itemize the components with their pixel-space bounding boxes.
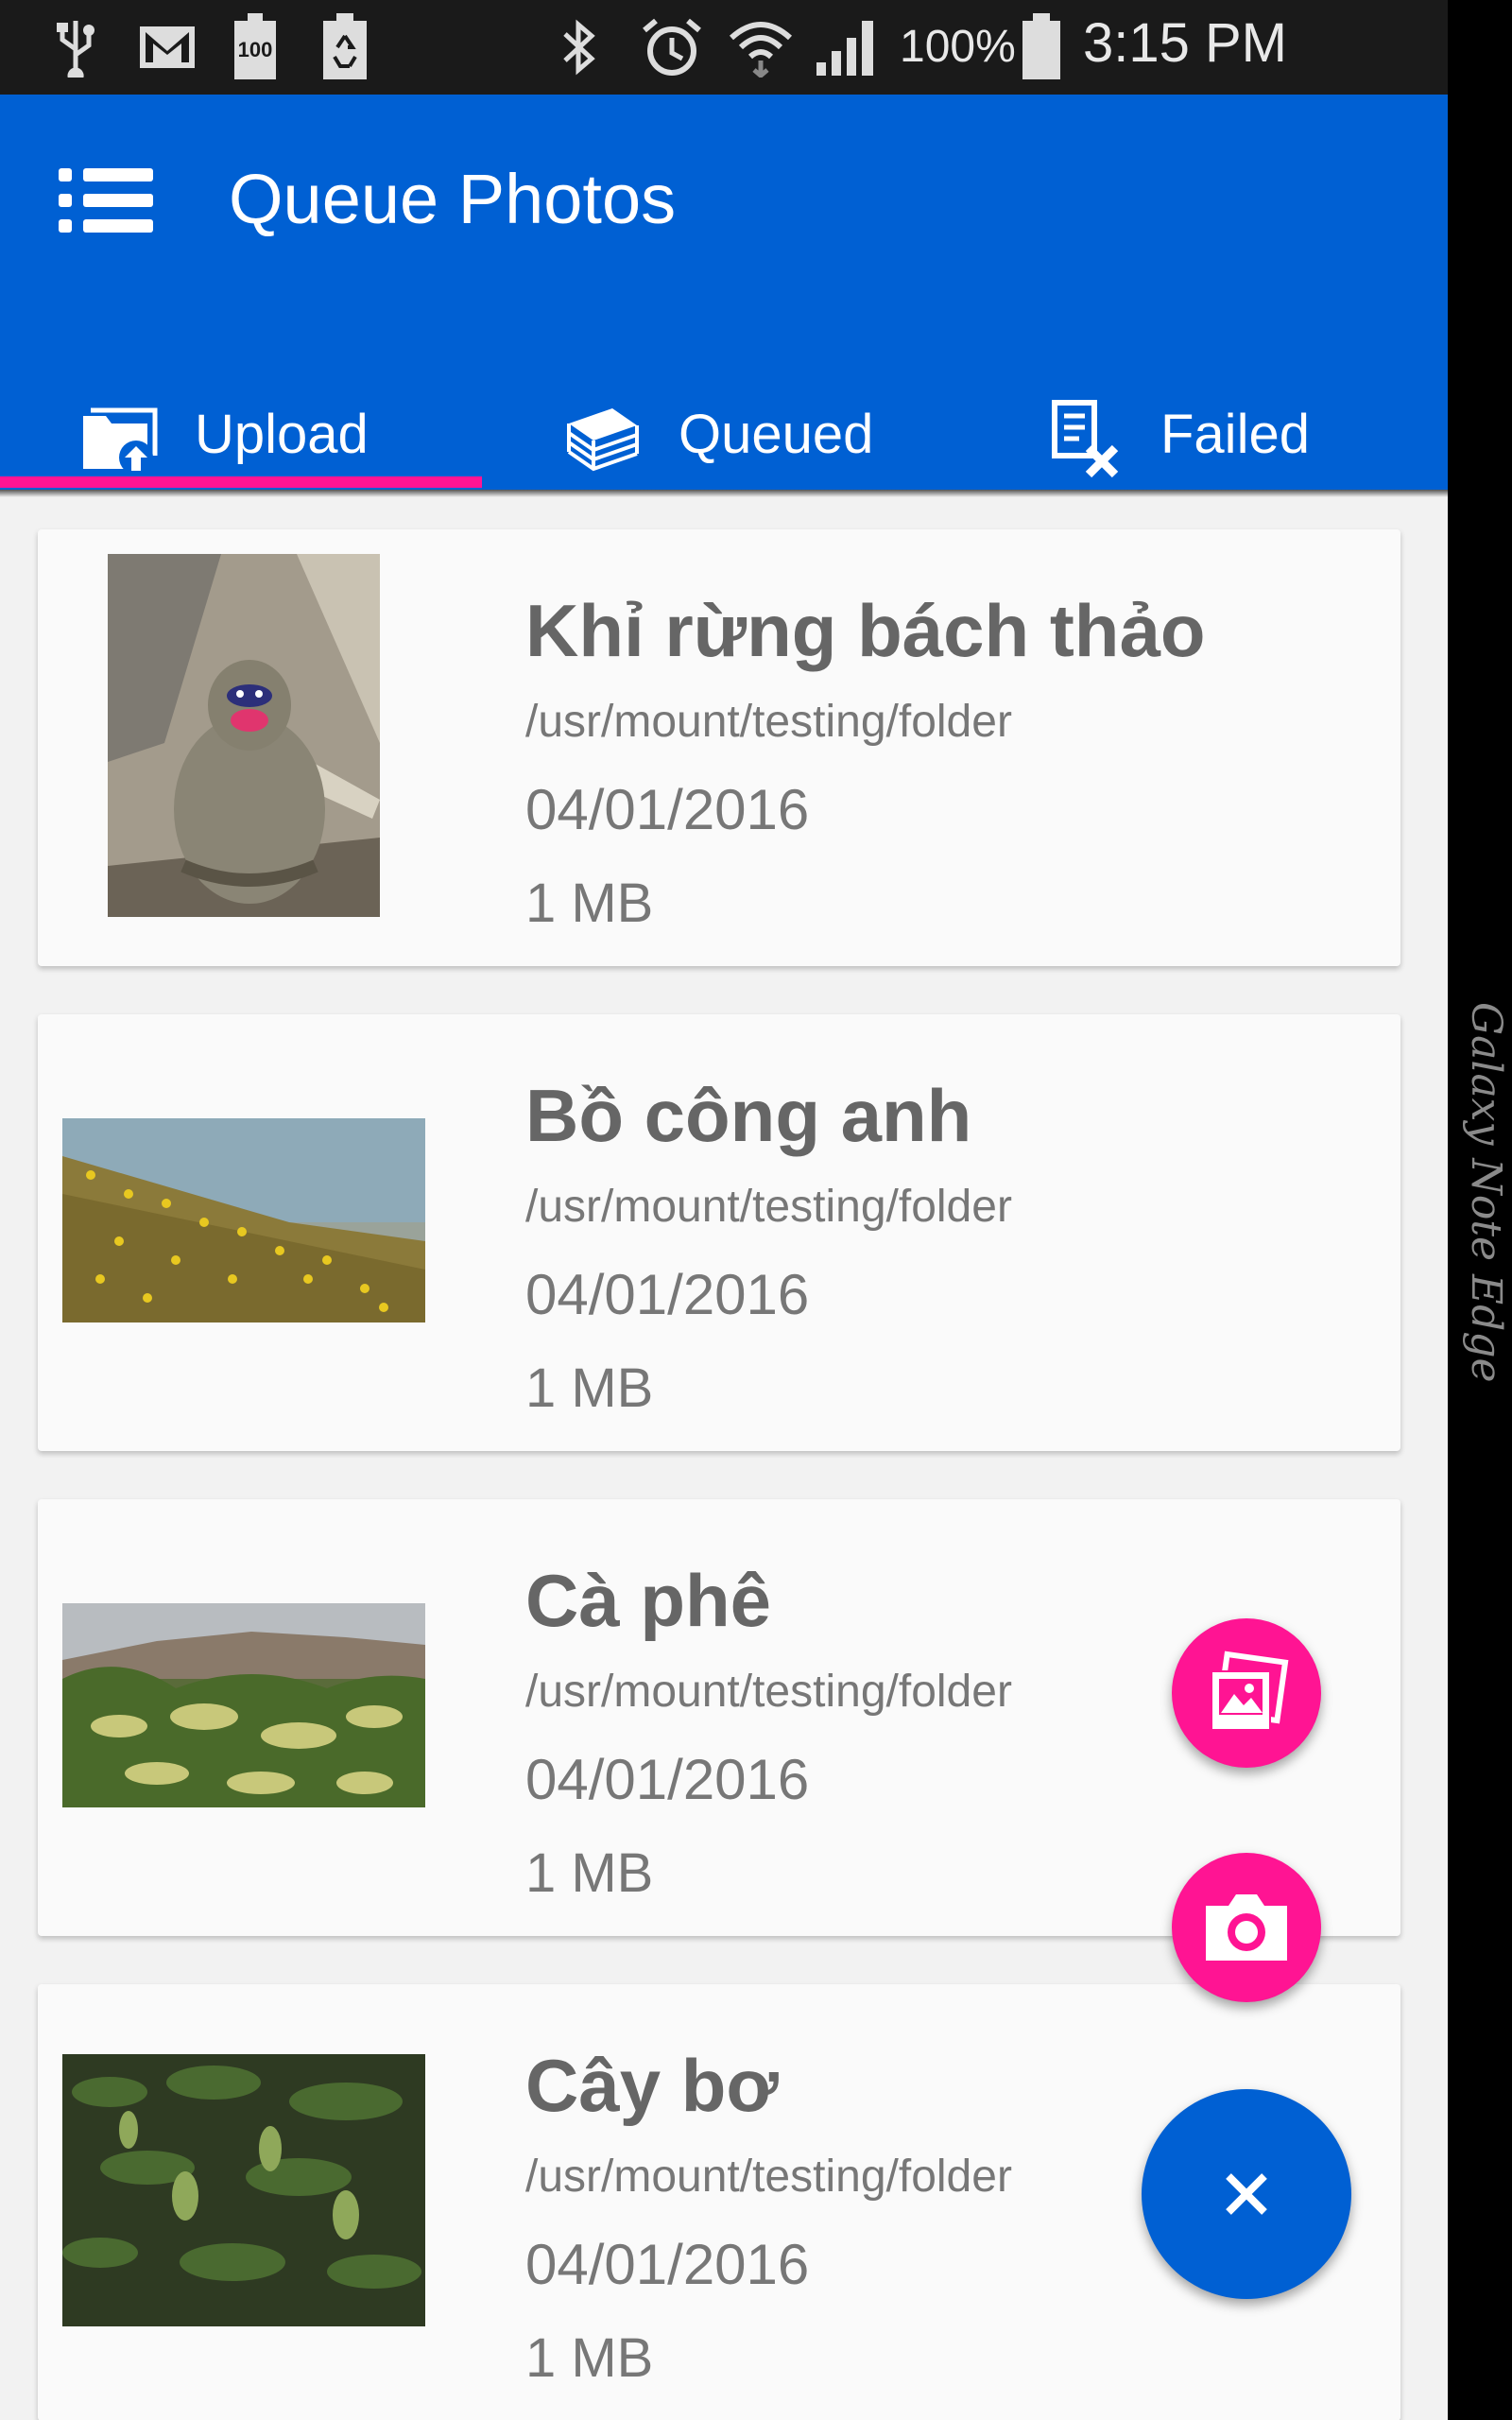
tab-upload-label: Upload (195, 404, 369, 465)
photo-thumbnail (62, 2054, 425, 2326)
device-label: Galaxy Note Edge (1462, 1002, 1510, 1383)
tab-upload[interactable]: Upload (0, 378, 482, 490)
photo-card[interactable]: Bồ công anh /usr/mount/testing/folder 04… (38, 1014, 1400, 1451)
alarm-icon (643, 18, 701, 76)
photo-path: /usr/mount/testing/folder (525, 697, 1012, 747)
app-bar-shadow (0, 490, 1448, 497)
tab-queued[interactable]: Queued (482, 378, 964, 490)
photo-path: /usr/mount/testing/folder (525, 1667, 1012, 1717)
photo-date: 04/01/2016 (525, 1748, 810, 1811)
battery-icon (1022, 13, 1060, 79)
photo-path: /usr/mount/testing/folder (525, 1182, 1012, 1232)
photo-card[interactable]: Khỉ rừng bách thảo /usr/mount/testing/fo… (38, 529, 1400, 966)
stack-icon (567, 408, 639, 472)
wifi-icon (729, 22, 793, 78)
photo-title: Bồ công anh (525, 1074, 972, 1157)
photo-thumbnail (108, 554, 380, 917)
tab-queued-label: Queued (679, 404, 874, 465)
gallery-icon (1211, 1651, 1289, 1731)
menu-icon[interactable] (57, 163, 155, 238)
close-icon (1226, 2173, 1267, 2215)
close-fab-menu-button[interactable] (1142, 2089, 1351, 2299)
folder-upload-icon (83, 407, 158, 475)
photo-thumbnail (62, 1603, 425, 1807)
recycle-icon (323, 13, 367, 79)
bluetooth-icon (563, 19, 595, 76)
photo-date: 04/01/2016 (525, 2233, 810, 2296)
photo-thumbnail (62, 1118, 425, 1322)
battery-100-icon: 100 (234, 13, 276, 79)
status-time: 3:15 PM (1083, 12, 1287, 74)
photo-title: Cây bơ (525, 2044, 779, 2127)
tab-indicator (0, 476, 482, 488)
photo-size: 1 MB (525, 1842, 654, 1904)
battery-percent: 100% (900, 22, 1016, 72)
photo-size: 1 MB (525, 2327, 654, 2389)
gmail-icon (140, 26, 195, 68)
tab-failed[interactable]: Failed (964, 378, 1448, 490)
photo-date: 04/01/2016 (525, 1263, 810, 1326)
photo-date: 04/01/2016 (525, 778, 810, 841)
photo-title: Khỉ rừng bách thảo (525, 589, 1206, 672)
take-photo-button[interactable] (1172, 1853, 1321, 2002)
photo-path: /usr/mount/testing/folder (525, 2152, 1012, 2202)
battery-100-label: 100 (237, 38, 273, 61)
camera-icon (1206, 1894, 1287, 1961)
pick-from-gallery-button[interactable] (1172, 1618, 1321, 1768)
app-bar: Queue Photos Upload Queued Failed (0, 95, 1448, 490)
app-screen: 100 100% 3:15 PM Queue Photos Upload Que… (0, 0, 1448, 2420)
document-failed-icon (1052, 400, 1119, 478)
photo-size: 1 MB (525, 873, 654, 934)
usb-icon (57, 21, 94, 78)
signal-icon (816, 21, 873, 76)
status-bar: 100 100% 3:15 PM (0, 0, 1448, 95)
photo-size: 1 MB (525, 1357, 654, 1419)
photo-title: Cà phê (525, 1559, 772, 1642)
page-title: Queue Photos (229, 160, 677, 238)
tab-failed-label: Failed (1160, 404, 1310, 465)
